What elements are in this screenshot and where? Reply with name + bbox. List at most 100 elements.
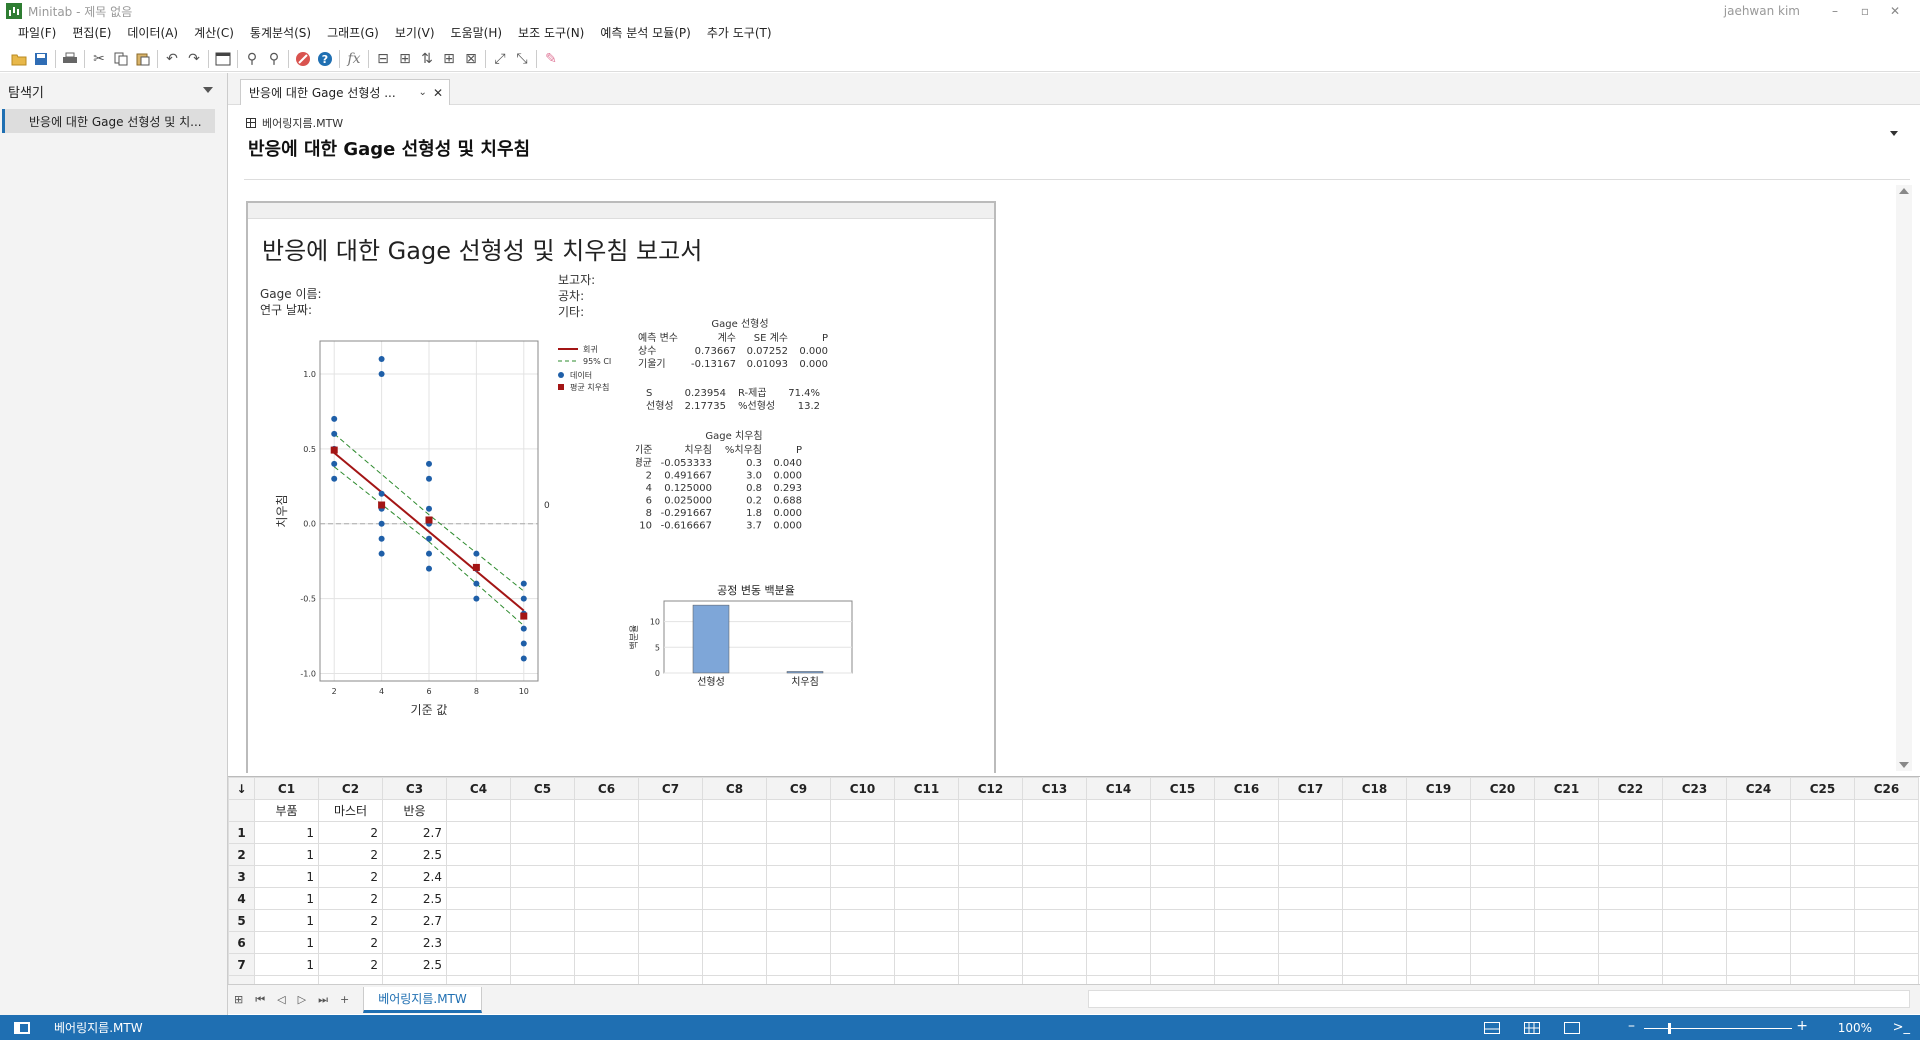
data-cell[interactable]: [1214, 909, 1279, 932]
scroll-up-icon[interactable]: [1899, 188, 1909, 194]
undo-icon[interactable]: ↶: [161, 48, 183, 70]
data-cell[interactable]: [574, 953, 639, 976]
data-cell[interactable]: [638, 865, 703, 888]
column-header[interactable]: C1: [254, 777, 319, 800]
column-header[interactable]: C17: [1278, 777, 1343, 800]
cut-icon[interactable]: ✂: [88, 48, 110, 70]
data-cell[interactable]: [446, 909, 511, 932]
sheet-tab[interactable]: 베어링지름.MTW: [363, 986, 482, 1013]
menu-help[interactable]: 도움말(H): [443, 22, 511, 44]
data-cell[interactable]: [510, 865, 575, 888]
tab-close-icon[interactable]: ✕: [433, 86, 443, 100]
name-row-header[interactable]: [228, 799, 255, 822]
data-cell[interactable]: [1790, 909, 1855, 932]
data-cell[interactable]: [1278, 953, 1343, 976]
menu-predictive[interactable]: 예측 분석 모듈(P): [592, 22, 698, 44]
graph-tools-icon[interactable]: ⤡: [511, 48, 533, 70]
data-cell[interactable]: [830, 865, 895, 888]
data-cell[interactable]: [1790, 931, 1855, 954]
data-cell[interactable]: [1406, 887, 1471, 910]
data-cell[interactable]: [1022, 909, 1087, 932]
row-insert-icon[interactable]: ⊟: [372, 48, 394, 70]
data-cell[interactable]: [510, 821, 575, 844]
data-cell[interactable]: [1854, 843, 1919, 866]
data-cell[interactable]: [1214, 931, 1279, 954]
data-cell[interactable]: [1726, 953, 1791, 976]
data-cell[interactable]: [1278, 909, 1343, 932]
data-cell[interactable]: [1342, 931, 1407, 954]
tab-gage-linearity[interactable]: 반응에 대한 Gage 선형성 ... ⌄ ✕: [240, 79, 450, 105]
column-header[interactable]: C9: [766, 777, 831, 800]
data-cell[interactable]: [510, 931, 575, 954]
data-cell[interactable]: [702, 887, 767, 910]
data-cell[interactable]: [1854, 953, 1919, 976]
paste-icon[interactable]: [132, 48, 154, 70]
data-cell[interactable]: [446, 843, 511, 866]
data-cell[interactable]: [574, 865, 639, 888]
column-name[interactable]: [1022, 799, 1087, 822]
data-cell[interactable]: 1: [254, 865, 319, 888]
column-name[interactable]: [1854, 799, 1919, 822]
data-cell[interactable]: [830, 909, 895, 932]
redo-icon[interactable]: ↷: [183, 48, 205, 70]
data-cell[interactable]: [1854, 931, 1919, 954]
data-cell[interactable]: [958, 821, 1023, 844]
zoom-out-icon[interactable]: –: [1628, 1018, 1635, 1034]
data-cell[interactable]: [1022, 953, 1087, 976]
data-cell[interactable]: [1086, 865, 1151, 888]
data-cell[interactable]: [1598, 931, 1663, 954]
data-cell[interactable]: [446, 821, 511, 844]
data-cell[interactable]: [1662, 821, 1727, 844]
menu-assistant[interactable]: 보조 도구(N): [510, 22, 592, 44]
data-cell[interactable]: [894, 843, 959, 866]
column-header[interactable]: C2: [318, 777, 383, 800]
data-cell[interactable]: [1022, 887, 1087, 910]
data-cell[interactable]: [766, 953, 831, 976]
column-header[interactable]: C12: [958, 777, 1023, 800]
data-cell[interactable]: [1726, 821, 1791, 844]
data-cell[interactable]: [1534, 909, 1599, 932]
data-cell[interactable]: [510, 887, 575, 910]
data-cell[interactable]: [766, 865, 831, 888]
data-cell[interactable]: 1: [254, 909, 319, 932]
data-cell[interactable]: [1598, 821, 1663, 844]
data-cell[interactable]: [574, 887, 639, 910]
data-cell[interactable]: [1150, 909, 1215, 932]
data-cell[interactable]: [1406, 843, 1471, 866]
data-cell[interactable]: 1: [254, 931, 319, 954]
data-cell[interactable]: [1022, 931, 1087, 954]
data-cell[interactable]: [1406, 821, 1471, 844]
data-cell[interactable]: [1662, 843, 1727, 866]
find-icon[interactable]: ⚲: [241, 48, 263, 70]
column-name[interactable]: [958, 799, 1023, 822]
minimize-button[interactable]: –: [1822, 2, 1848, 20]
data-cell[interactable]: [766, 887, 831, 910]
column-name[interactable]: [894, 799, 959, 822]
data-cell[interactable]: [1022, 843, 1087, 866]
data-cell[interactable]: [1726, 909, 1791, 932]
data-cell[interactable]: [1022, 865, 1087, 888]
data-cell[interactable]: 1: [254, 843, 319, 866]
data-cell[interactable]: 2.7: [382, 821, 447, 844]
chevron-down-icon[interactable]: [203, 87, 213, 93]
data-cell[interactable]: [830, 953, 895, 976]
brush-icon[interactable]: ⤢: [489, 48, 511, 70]
row-header[interactable]: 7: [228, 953, 255, 976]
data-cell[interactable]: [1790, 887, 1855, 910]
restore-button[interactable]: ▫: [1852, 2, 1878, 20]
column-header[interactable]: C23: [1662, 777, 1727, 800]
data-cell[interactable]: [958, 953, 1023, 976]
user-name[interactable]: jaehwan kim: [1724, 4, 1800, 18]
data-cell[interactable]: [702, 931, 767, 954]
data-cell[interactable]: [1470, 887, 1535, 910]
data-cell[interactable]: [1726, 887, 1791, 910]
data-cell[interactable]: [894, 909, 959, 932]
column-header[interactable]: C20: [1470, 777, 1535, 800]
column-name[interactable]: 반응: [382, 799, 447, 822]
data-cell[interactable]: [1406, 953, 1471, 976]
data-cell[interactable]: [1086, 909, 1151, 932]
column-name[interactable]: [1598, 799, 1663, 822]
data-cell[interactable]: [574, 909, 639, 932]
data-cell[interactable]: [1342, 953, 1407, 976]
report-graph[interactable]: 반응에 대한 Gage 선형성 및 치우침 보고서 Gage 이름: 연구 날짜…: [246, 201, 996, 773]
